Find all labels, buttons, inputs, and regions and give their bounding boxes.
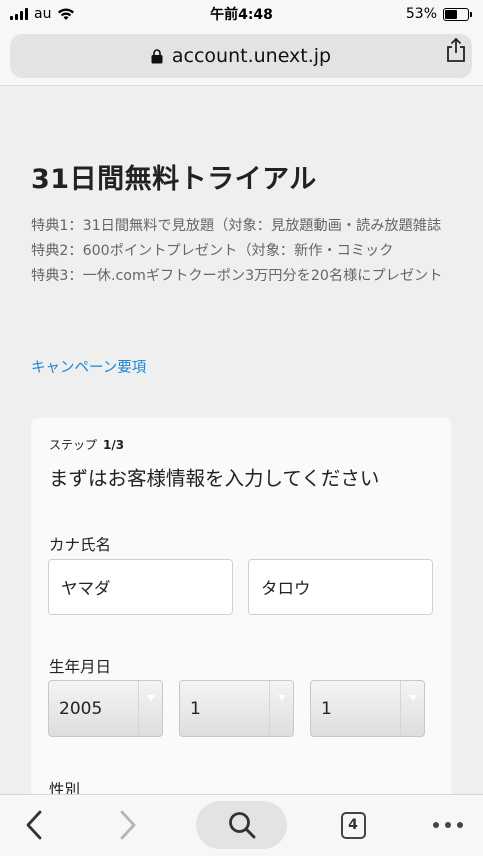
status-left: au xyxy=(10,6,75,22)
forward-button[interactable] xyxy=(108,801,148,849)
step-value: 1/3 xyxy=(103,438,125,452)
url-text: account.unext.jp xyxy=(171,45,332,67)
browser-address-area: account.unext.jp xyxy=(0,28,483,86)
benefit-item: 特典3：一休.comギフトクーポン3万円分を20名様にプレゼント xyxy=(31,268,443,284)
search-button[interactable] xyxy=(196,801,287,849)
page-title: 31日間無料トライアル xyxy=(31,164,317,195)
browser-toolbar: 4 xyxy=(0,794,483,856)
birth-day-value: 1 xyxy=(321,698,332,719)
tabs-button[interactable]: 4 xyxy=(333,801,373,849)
share-icon[interactable] xyxy=(445,37,467,63)
battery-percent: 53% xyxy=(405,6,437,22)
benefit-item: 特典1：31日間無料で見放題（対象：見放題動画・読み放題雑誌 xyxy=(31,218,442,234)
search-icon xyxy=(228,812,255,839)
status-bar: au 午前4:48 53% xyxy=(0,0,483,28)
birth-year-value: 2005 xyxy=(59,698,103,719)
benefit-item: 特典2：600ポイントプレゼント（対象：新作・コミック xyxy=(31,243,394,259)
carrier-name: au xyxy=(34,6,52,22)
registration-form-card: ステップ 1/3 まずはお客様情報を入力してください カナ氏名 生年月日 2005… xyxy=(31,418,451,856)
chevron-down-icon xyxy=(269,681,293,736)
kana-name-label: カナ氏名 xyxy=(49,536,112,554)
more-button[interactable] xyxy=(424,801,472,849)
tab-count-badge: 4 xyxy=(340,811,366,839)
wifi-icon xyxy=(58,8,75,20)
birthdate-label: 生年月日 xyxy=(49,658,112,676)
chevron-left-icon xyxy=(26,810,42,840)
campaign-terms-link[interactable]: キャンペーン要項 xyxy=(31,356,146,377)
signal-icon xyxy=(10,8,28,20)
birth-day-select[interactable]: 1 xyxy=(310,680,425,737)
step-prefix: ステップ xyxy=(49,438,98,452)
more-dots-icon xyxy=(433,822,463,828)
birth-year-select[interactable]: 2005 xyxy=(48,680,163,737)
address-bar[interactable]: account.unext.jp xyxy=(10,34,472,78)
lock-icon xyxy=(151,48,163,63)
battery-level xyxy=(445,9,457,19)
chevron-right-icon xyxy=(120,810,136,840)
birth-month-select[interactable]: 1 xyxy=(179,680,294,737)
step-title: まずはお客様情報を入力してください xyxy=(49,467,380,490)
chevron-down-icon xyxy=(400,681,424,736)
back-button[interactable] xyxy=(14,801,54,849)
battery-icon xyxy=(443,7,472,21)
birth-month-value: 1 xyxy=(190,698,201,719)
chevron-down-icon xyxy=(138,681,162,736)
step-indicator: ステップ 1/3 xyxy=(49,436,124,453)
first-name-kana-input[interactable] xyxy=(248,559,433,615)
last-name-kana-input[interactable] xyxy=(48,559,233,615)
benefit-list: 特典1：31日間無料で見放題（対象：見放題動画・読み放題雑誌 特典2：600ポイ… xyxy=(31,214,461,289)
status-right: 53% xyxy=(405,6,472,22)
